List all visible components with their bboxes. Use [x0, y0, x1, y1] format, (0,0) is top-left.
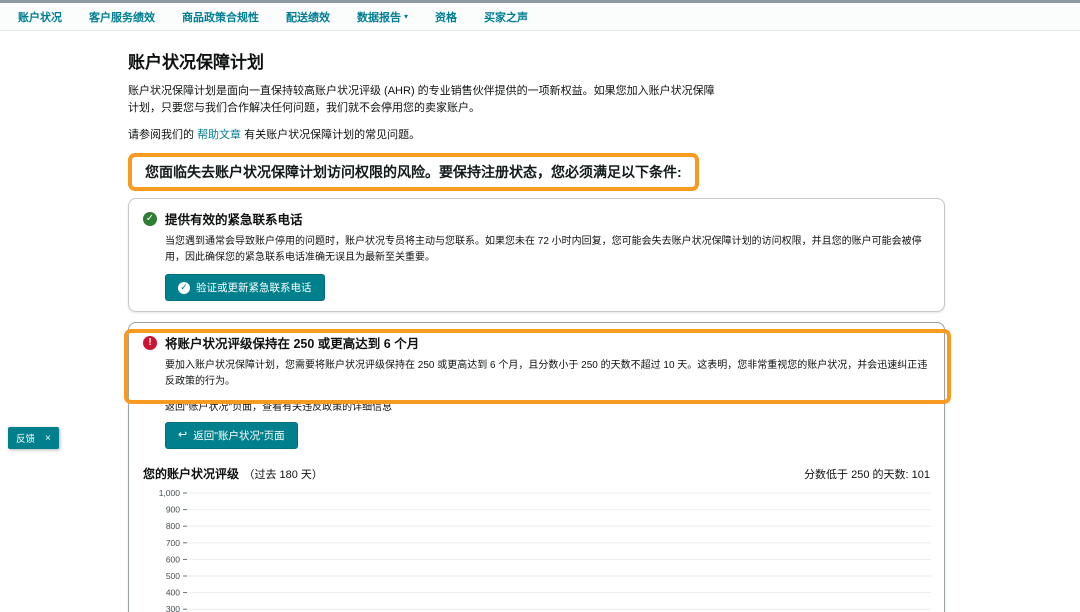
requirement-body: 当您遇到通常会导致账户停用的问题时，账户状况专员将主动与您联系。如果您未在 72… [165, 234, 930, 266]
help-line: 请参阅我们的 帮助文章 有关账户状况保障计划的常见问题。 [128, 126, 948, 142]
return-arrow-icon: ↩ [178, 430, 187, 441]
nav-item-voice-of-customer[interactable]: 买家之声 [484, 9, 528, 25]
warning-text: 您面临失去账户状况保障计划访问权限的风险。要保持注册状态，您必须满足以下条件: [145, 164, 682, 180]
program-intro-text: 账户状况保障计划是面向一直保持较高账户状况评级 (AHR) 的专业销售伙伴提供的… [128, 83, 716, 117]
requirement-card-emergency-contact: ✓ 提供有效的紧急联系电话 当您遇到通常会导致账户停用的问题时，账户状况专员将主… [128, 198, 945, 312]
nav-item-eligibility[interactable]: 资格 [435, 9, 457, 25]
svg-text:1,000: 1,000 [159, 488, 181, 498]
chevron-down-icon: ▾ [404, 12, 408, 21]
check-circle-icon: ✓ [178, 282, 190, 294]
back-to-account-health-button[interactable]: ↩ 返回"账户状况"页面 [165, 422, 298, 449]
nav-item-data-reports[interactable]: 数据报告 ▾ [357, 9, 408, 25]
line-chart-canvas: 01002003004005006007008009001,000May 22M… [143, 485, 937, 612]
alert-circle-icon: ! [143, 336, 157, 350]
feedback-button[interactable]: 反馈 × [8, 427, 59, 449]
requirement-title: 将账户状况评级保持在 250 或更高达到 6 个月 [165, 333, 419, 352]
svg-text:400: 400 [166, 588, 180, 598]
chart-title: 您的账户状况评级 （过去 180 天） [143, 465, 323, 483]
health-navbar: 账户状况 客户服务绩效 商品政策合规性 配送绩效 数据报告 ▾ 资格 买家之声 [0, 3, 1080, 31]
requirement-card-rating-250: ! 将账户状况评级保持在 250 或更高达到 6 个月 要加入账户状况保障计划，… [128, 322, 945, 612]
svg-text:500: 500 [166, 571, 180, 581]
requirement-body: 要加入账户状况保障计划，您需要将账户状况评级保持在 250 或更高达到 6 个月… [165, 358, 930, 390]
help-article-link[interactable]: 帮助文章 [197, 129, 241, 141]
main-content: 账户状况保障计划 账户状况保障计划是面向一直保持较高账户状况评级 (AHR) 的… [0, 31, 948, 612]
svg-text:300: 300 [166, 604, 180, 612]
requirement-detail-line: 返回"账户状况"页面，查看有关违反政策的详细信息 [165, 398, 930, 413]
svg-text:900: 900 [166, 505, 180, 515]
requirement-title: 提供有效的紧急联系电话 [165, 209, 303, 228]
warning-annotation-box: 您面临失去账户状况保障计划访问权限的风险。要保持注册状态，您必须满足以下条件: [128, 153, 699, 191]
close-icon[interactable]: × [45, 433, 51, 444]
svg-text:600: 600 [166, 554, 180, 564]
days-below-threshold-label: 分数低于 250 的天数: 101 [804, 466, 930, 482]
page-title: 账户状况保障计划 [128, 48, 948, 73]
nav-item-account-health[interactable]: 账户状况 [18, 9, 62, 25]
nav-item-shipping-performance[interactable]: 配送绩效 [286, 9, 330, 25]
verify-emergency-contact-button[interactable]: ✓ 验证或更新紧急联系电话 [165, 274, 325, 301]
health-rating-chart: 01002003004005006007008009001,000May 22M… [143, 485, 930, 612]
nav-item-customer-service-performance[interactable]: 客户服务绩效 [89, 9, 155, 25]
svg-text:800: 800 [166, 521, 180, 531]
check-circle-icon: ✓ [143, 212, 157, 226]
svg-text:700: 700 [166, 538, 180, 548]
nav-item-policy-compliance[interactable]: 商品政策合规性 [182, 9, 259, 25]
